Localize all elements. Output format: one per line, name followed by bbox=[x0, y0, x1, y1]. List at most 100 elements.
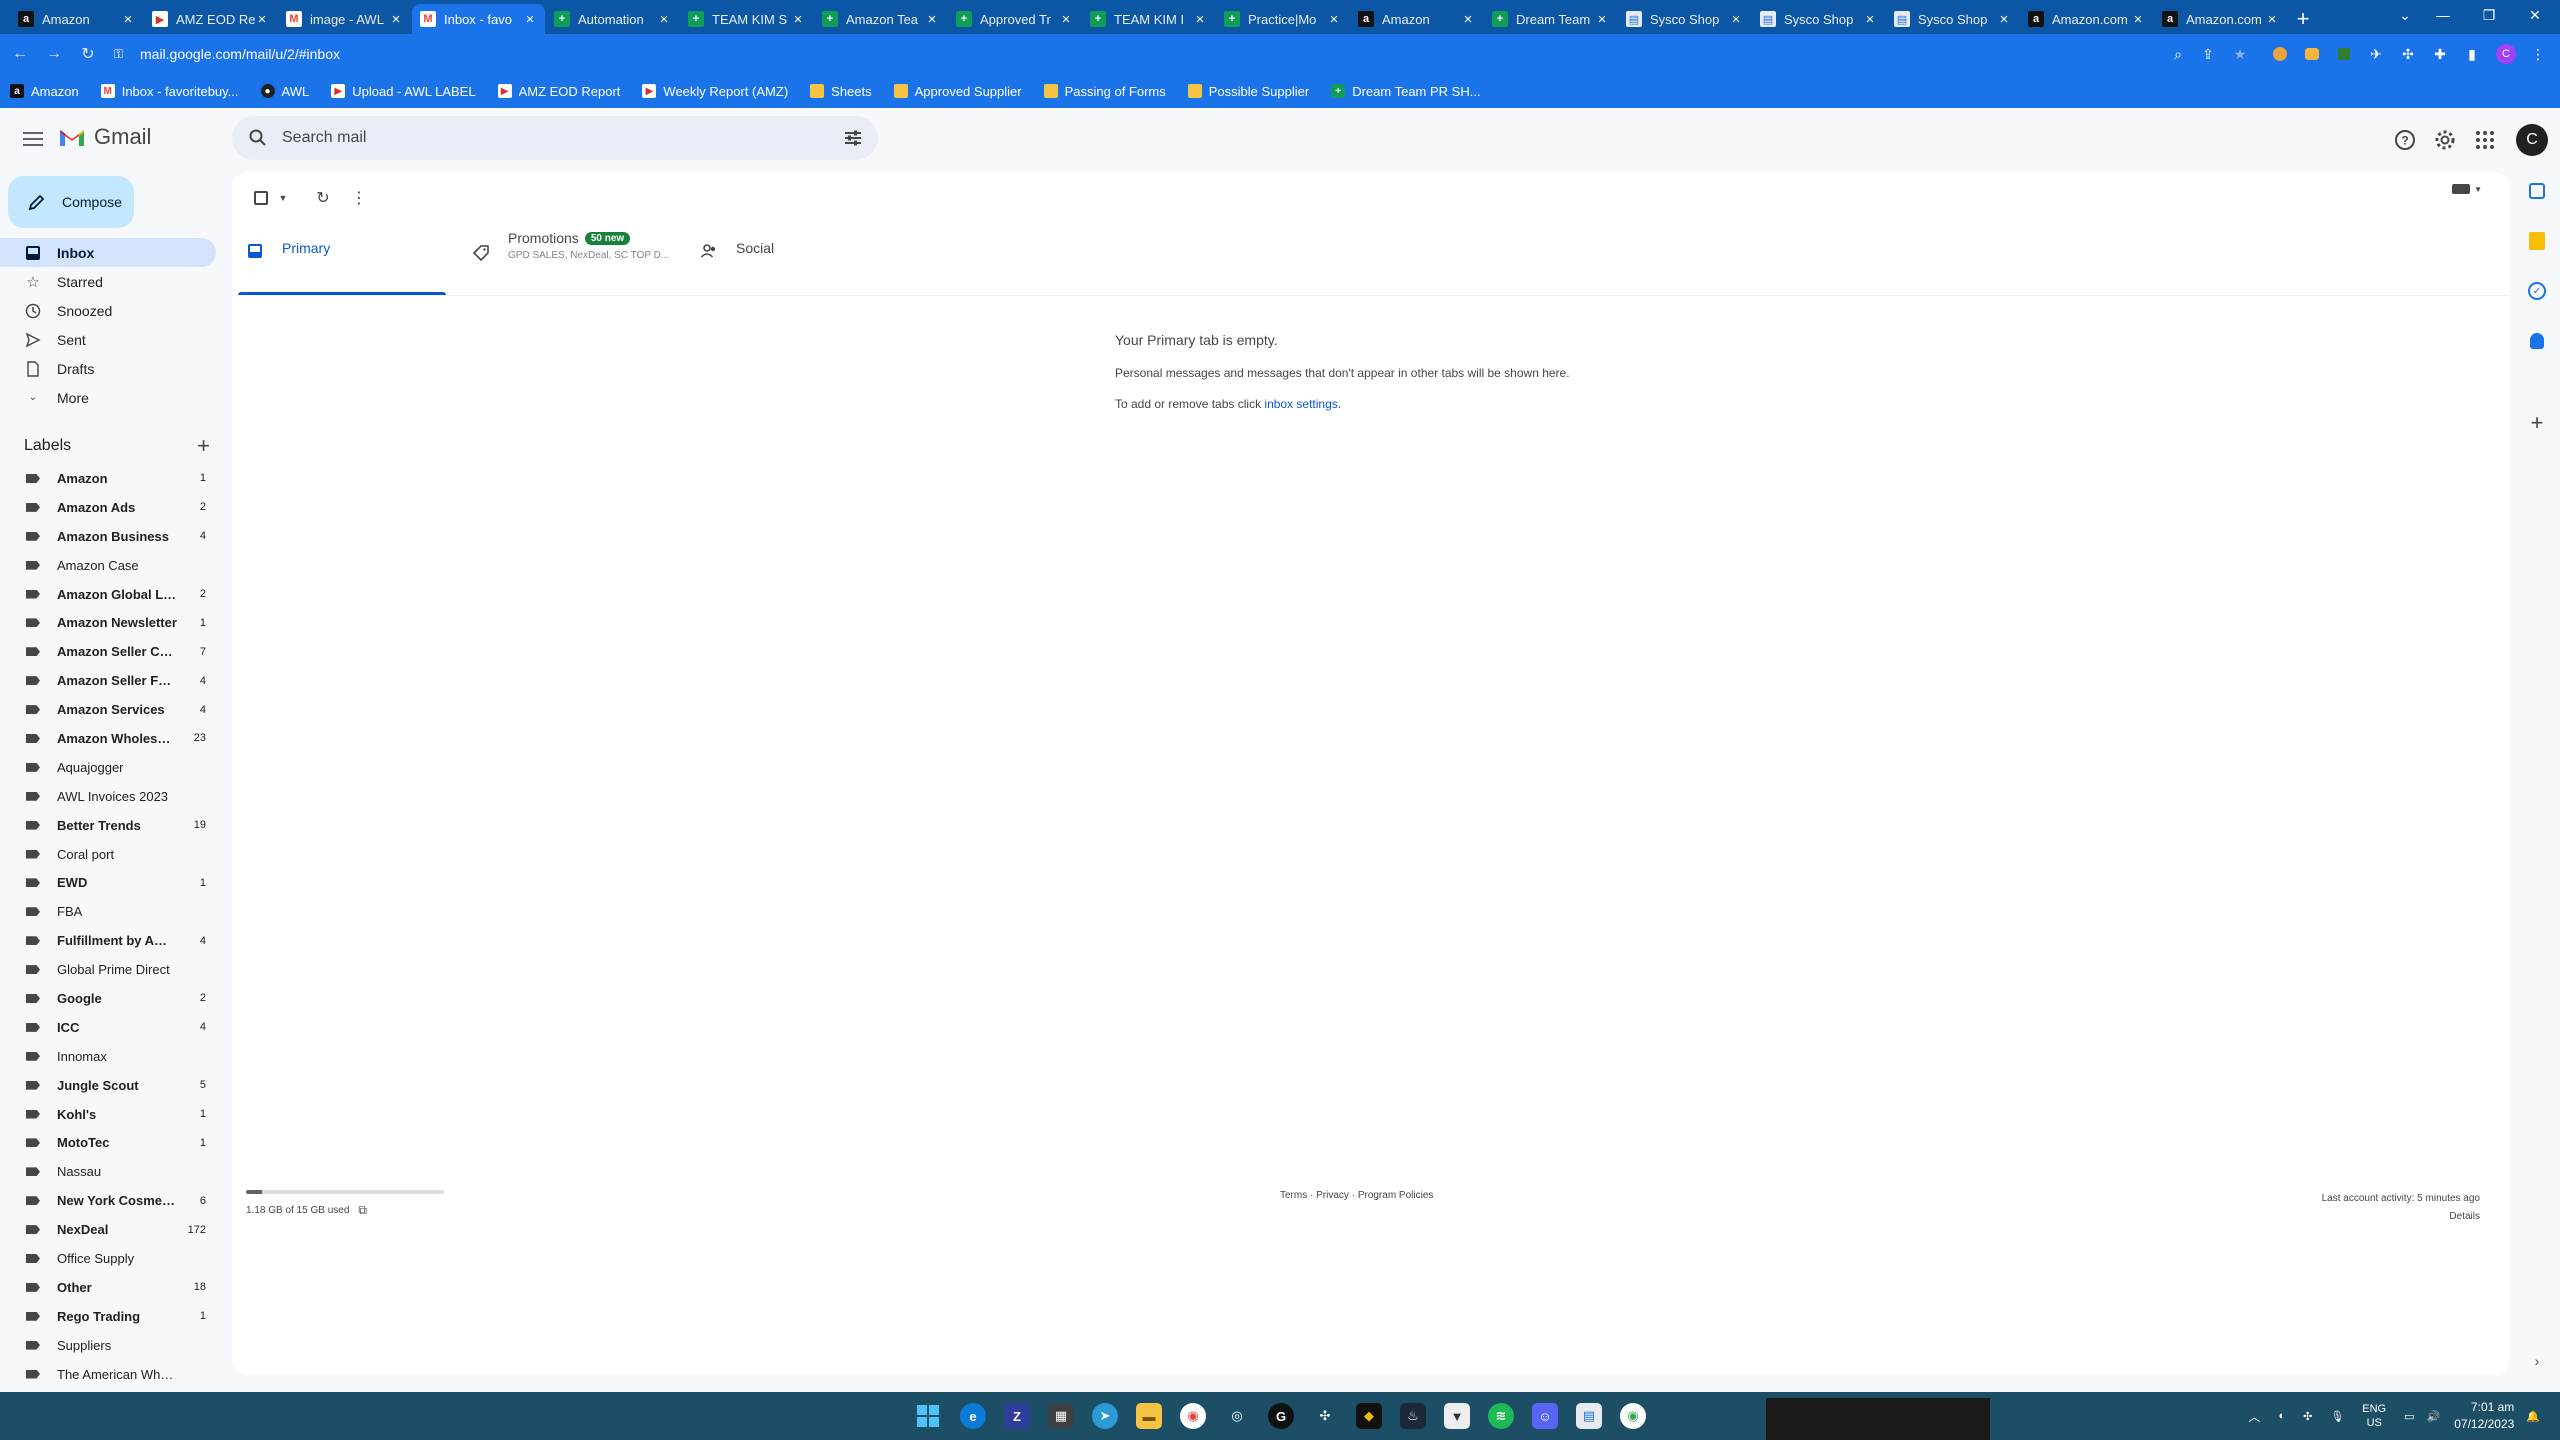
label-item[interactable]: Amazon Services 4 bbox=[0, 695, 216, 724]
gmail-logo[interactable]: Gmail bbox=[58, 124, 151, 150]
windows-start-icon[interactable] bbox=[915, 1403, 941, 1429]
tune-icon[interactable]: ⚿ bbox=[114, 47, 130, 62]
tab-promotions[interactable]: Promotions 50 new GPD SALES, NexDeal, SC… bbox=[472, 230, 688, 280]
label-item[interactable]: Innomax bbox=[0, 1042, 216, 1071]
label-item[interactable]: FBA bbox=[0, 897, 216, 926]
browser-tab[interactable]: ▤ Sysco Shop × bbox=[1752, 4, 1885, 34]
close-tab-icon[interactable]: × bbox=[389, 11, 403, 28]
browser-tab[interactable]: + Practice|Mo × bbox=[1216, 4, 1349, 34]
search-icon[interactable] bbox=[248, 128, 268, 148]
close-tab-icon[interactable]: × bbox=[255, 11, 269, 28]
search-options-icon[interactable] bbox=[842, 127, 864, 149]
calculator-icon[interactable]: ▦ bbox=[1048, 1403, 1074, 1429]
nav-item-inbox[interactable]: Inbox bbox=[0, 238, 216, 267]
close-tab-icon[interactable]: × bbox=[1729, 11, 1743, 28]
program-policies-link[interactable]: Program Policies bbox=[1358, 1190, 1434, 1201]
close-tab-icon[interactable]: × bbox=[1059, 11, 1073, 28]
bookmark-item[interactable]: ▶ Upload - AWL LABEL bbox=[331, 84, 476, 99]
privacy-link[interactable]: Privacy bbox=[1316, 1190, 1349, 1201]
volume-icon[interactable]: 🔊 bbox=[2427, 1410, 2441, 1423]
bookmark-item[interactable]: Sheets bbox=[810, 84, 872, 99]
nav-item-drafts[interactable]: Drafts bbox=[0, 354, 216, 383]
browser-tab[interactable]: a Amazon × bbox=[10, 4, 143, 34]
new-tab-button[interactable]: + bbox=[2288, 4, 2318, 34]
label-item[interactable]: Amazon Seller For... 4 bbox=[0, 666, 216, 695]
bookmark-item[interactable]: Approved Supplier bbox=[893, 84, 1022, 99]
omnibox[interactable]: ⚿ mail.google.com/mail/u/2/#inbox bbox=[114, 39, 2164, 69]
browser-tab[interactable]: + Approved Tr × bbox=[948, 4, 1081, 34]
close-tab-icon[interactable]: × bbox=[1997, 11, 2011, 28]
app-icon[interactable]: ✣ bbox=[1312, 1403, 1338, 1429]
label-item[interactable]: Better Trends 19 bbox=[0, 811, 216, 840]
restore-button[interactable]: ❐ bbox=[2466, 0, 2512, 30]
browser-tab[interactable]: a Amazon.com × bbox=[2154, 4, 2287, 34]
nav-item-starred[interactable]: ☆ Starred bbox=[0, 267, 216, 296]
app-icon[interactable]: ▤ bbox=[1576, 1403, 1602, 1429]
telegram-icon[interactable]: ➤ bbox=[1092, 1403, 1118, 1429]
label-item[interactable]: Amazon 1 bbox=[0, 464, 216, 493]
reload-button[interactable]: ↻ bbox=[74, 40, 102, 68]
spotify-icon[interactable]: ≋ bbox=[1488, 1403, 1514, 1429]
forward-button[interactable]: → bbox=[40, 40, 68, 68]
search-input[interactable] bbox=[282, 126, 802, 150]
binance-icon[interactable]: ◆ bbox=[1356, 1403, 1382, 1429]
close-tab-icon[interactable]: × bbox=[2131, 11, 2145, 28]
extensions-puzzle-icon[interactable]: ✚ bbox=[2428, 42, 2452, 66]
get-addons-icon[interactable]: + bbox=[2526, 410, 2548, 435]
support-icon[interactable]: ? bbox=[2393, 128, 2417, 152]
tab-primary[interactable]: Primary bbox=[246, 230, 330, 280]
show-side-panel-icon[interactable]: › bbox=[2526, 1350, 2548, 1372]
tab-social[interactable]: Social bbox=[700, 230, 774, 280]
label-item[interactable]: Global Prime Direct bbox=[0, 955, 216, 984]
tray-overflow-icon[interactable]: ︿ bbox=[2248, 1408, 2260, 1425]
close-tab-icon[interactable]: × bbox=[657, 11, 671, 28]
close-tab-icon[interactable]: × bbox=[1193, 11, 1207, 28]
app-icon[interactable]: G bbox=[1268, 1403, 1294, 1429]
compose-button[interactable]: Compose bbox=[8, 176, 134, 228]
bookmark-star-icon[interactable]: ★ bbox=[2228, 42, 2252, 66]
label-item[interactable]: Office Supply bbox=[0, 1244, 216, 1273]
browser-tab[interactable]: a Amazon.com × bbox=[2020, 4, 2153, 34]
label-item[interactable]: ICC 4 bbox=[0, 1013, 216, 1042]
label-item[interactable]: Google 2 bbox=[0, 984, 216, 1013]
nav-item-sent[interactable]: Sent bbox=[0, 325, 216, 354]
label-item[interactable]: EWD 1 bbox=[0, 868, 216, 897]
chrome-icon[interactable]: ◉ bbox=[1180, 1403, 1206, 1429]
obs-icon[interactable]: ◎ bbox=[1224, 1403, 1250, 1429]
label-item[interactable]: Amazon Newsletter 1 bbox=[0, 608, 216, 637]
label-item[interactable]: Amazon Case bbox=[0, 551, 216, 580]
chrome-active-icon[interactable]: ◉ bbox=[1620, 1403, 1646, 1429]
label-item[interactable]: Amazon Global Lo... 2 bbox=[0, 580, 216, 609]
close-tab-icon[interactable]: × bbox=[925, 11, 939, 28]
tray-app-icon[interactable]: ✣ bbox=[2303, 1410, 2312, 1423]
label-item[interactable]: AWL Invoices 2023 bbox=[0, 782, 216, 811]
browser-menu-icon[interactable]: ⋮ bbox=[2526, 42, 2550, 66]
label-item[interactable]: Kohl's 1 bbox=[0, 1100, 216, 1129]
bookmark-item[interactable]: Possible Supplier bbox=[1187, 84, 1309, 99]
bookmark-item[interactable]: a Amazon bbox=[10, 84, 79, 99]
create-label-icon[interactable]: + bbox=[197, 433, 210, 459]
microphone-icon[interactable]: 🎙 bbox=[2330, 1410, 2344, 1423]
extension-icon[interactable] bbox=[2268, 42, 2292, 66]
tray-app-icon[interactable]: ◐ bbox=[2278, 1410, 2285, 1422]
edge-icon[interactable]: e bbox=[960, 1403, 986, 1429]
extension-icon[interactable] bbox=[2300, 42, 2324, 66]
bookmark-item[interactable]: M Inbox - favoritebuy... bbox=[100, 84, 239, 99]
settings-gear-icon[interactable] bbox=[2433, 128, 2457, 152]
side-panel-icon[interactable]: ▮ bbox=[2460, 42, 2484, 66]
inbox-settings-link[interactable]: inbox settings bbox=[1264, 397, 1337, 411]
zoom-app-icon[interactable]: Z bbox=[1004, 1403, 1030, 1429]
bookmark-item[interactable]: ● AWL bbox=[260, 84, 309, 99]
close-tab-icon[interactable]: × bbox=[2265, 11, 2279, 28]
browser-tab[interactable]: + TEAM KIM I × bbox=[1082, 4, 1215, 34]
browser-tab[interactable]: + Automation × bbox=[546, 4, 679, 34]
extension-icon[interactable] bbox=[2332, 42, 2356, 66]
browser-tab[interactable]: Mimage - AWL × bbox=[278, 4, 411, 34]
label-item[interactable]: Amazon Ads 2 bbox=[0, 493, 216, 522]
tasks-icon[interactable]: ✓ bbox=[2526, 280, 2548, 302]
label-item[interactable]: MotoTec 1 bbox=[0, 1128, 216, 1157]
close-tab-icon[interactable]: × bbox=[1863, 11, 1877, 28]
label-item[interactable]: Jungle Scout 5 bbox=[0, 1071, 216, 1100]
nav-item-more[interactable]: ⌄ More bbox=[0, 383, 216, 412]
label-item[interactable]: Amazon Seller Cen... 7 bbox=[0, 637, 216, 666]
